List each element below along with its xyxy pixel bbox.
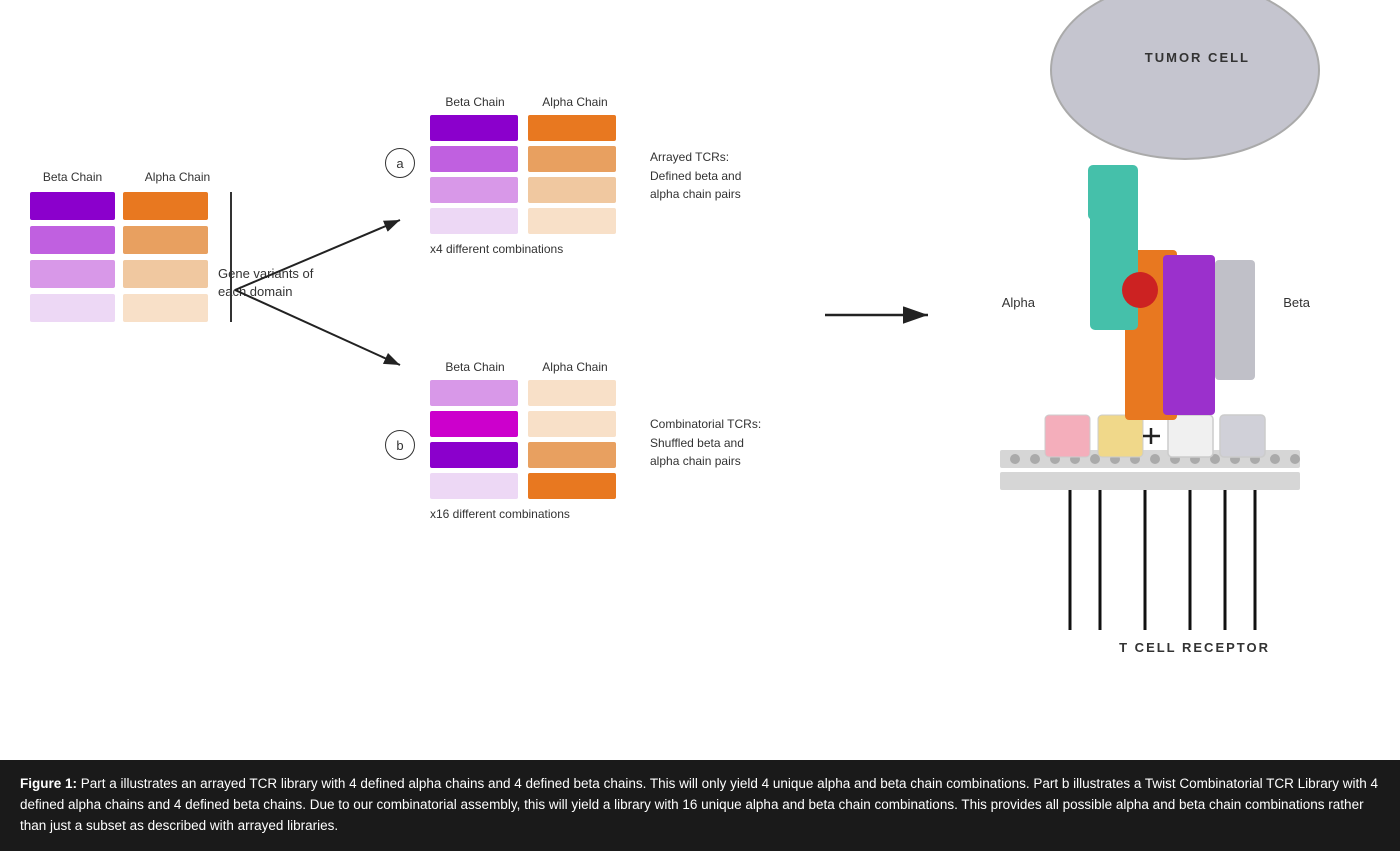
section-b-rows [430,380,620,499]
left-alpha-bar-3 [123,260,208,288]
left-alpha-bar-1 [123,192,208,220]
section-a-row-1 [430,115,620,141]
left-row-4 [30,294,220,322]
section-a-alpha-label: Alpha Chain [530,95,620,109]
left-beta-bar-4 [30,294,115,322]
section-a-row-4 [430,208,620,234]
a-alpha-4 [528,208,616,234]
left-row-2 [30,226,220,254]
a-beta-2 [430,146,518,172]
section-a-beta-label: Beta Chain [430,95,520,109]
big-arrow-right [820,290,940,340]
left-beta-bar-1 [30,192,115,220]
section-b-row-2 [430,411,620,437]
a-beta-1 [430,115,518,141]
circle-a: a [385,148,415,178]
b-beta-4 [430,473,518,499]
left-beta-bar-3 [30,260,115,288]
caption-bar: Figure 1: Part a illustrates an arrayed … [0,760,1400,851]
b-alpha-1 [528,380,616,406]
b-alpha-2 [528,411,616,437]
left-row-1 [30,192,220,220]
left-alpha-bar-4 [123,294,208,322]
a-beta-3 [430,177,518,203]
b-beta-2 [430,411,518,437]
tcr-diagram-svg [980,100,1320,660]
section-b-row-1 [430,380,620,406]
a-alpha-2 [528,146,616,172]
left-beta-label: Beta Chain [30,170,115,184]
main-diagram: Beta Chain Alpha Chain [0,0,1400,760]
b-beta-1 [430,380,518,406]
left-chain-labels: Beta Chain Alpha Chain [30,170,220,184]
section-b-description: Combinatorial TCRs: Shuffled beta and al… [650,415,761,471]
caption-text: Part a illustrates an arrayed TCR librar… [20,776,1378,833]
section-a-panel: Beta Chain Alpha Chain x4 different comb… [430,95,620,256]
section-b-panel: Beta Chain Alpha Chain x16 different com… [430,360,620,521]
section-a-combinations: x4 different combinations [430,242,620,256]
section-b-labels: Beta Chain Alpha Chain [430,360,620,374]
left-chain-rows [30,192,220,322]
section-a-description: Arrayed TCRs: Defined beta and alpha cha… [650,148,741,204]
section-b-row-3 [430,442,620,468]
circle-b: b [385,430,415,460]
section-a-row-2 [430,146,620,172]
section-a-row-3 [430,177,620,203]
b-alpha-3 [528,442,616,468]
a-alpha-1 [528,115,616,141]
section-a-rows [430,115,620,234]
a-alpha-3 [528,177,616,203]
caption-bold: Figure 1: [20,776,77,791]
section-b-combinations: x16 different combinations [430,507,620,521]
b-beta-3 [430,442,518,468]
section-a-labels: Beta Chain Alpha Chain [430,95,620,109]
b-alpha-4 [528,473,616,499]
left-alpha-bar-2 [123,226,208,254]
left-row-3 [30,260,220,288]
left-alpha-label: Alpha Chain [135,170,220,184]
arrow-down [230,285,410,375]
section-b-beta-label: Beta Chain [430,360,520,374]
left-panel: Beta Chain Alpha Chain [30,170,220,322]
tumor-cell-label: TUMOR CELL [1145,50,1250,65]
section-b-alpha-label: Alpha Chain [530,360,620,374]
section-b-row-4 [430,473,620,499]
left-beta-bar-2 [30,226,115,254]
a-beta-4 [430,208,518,234]
